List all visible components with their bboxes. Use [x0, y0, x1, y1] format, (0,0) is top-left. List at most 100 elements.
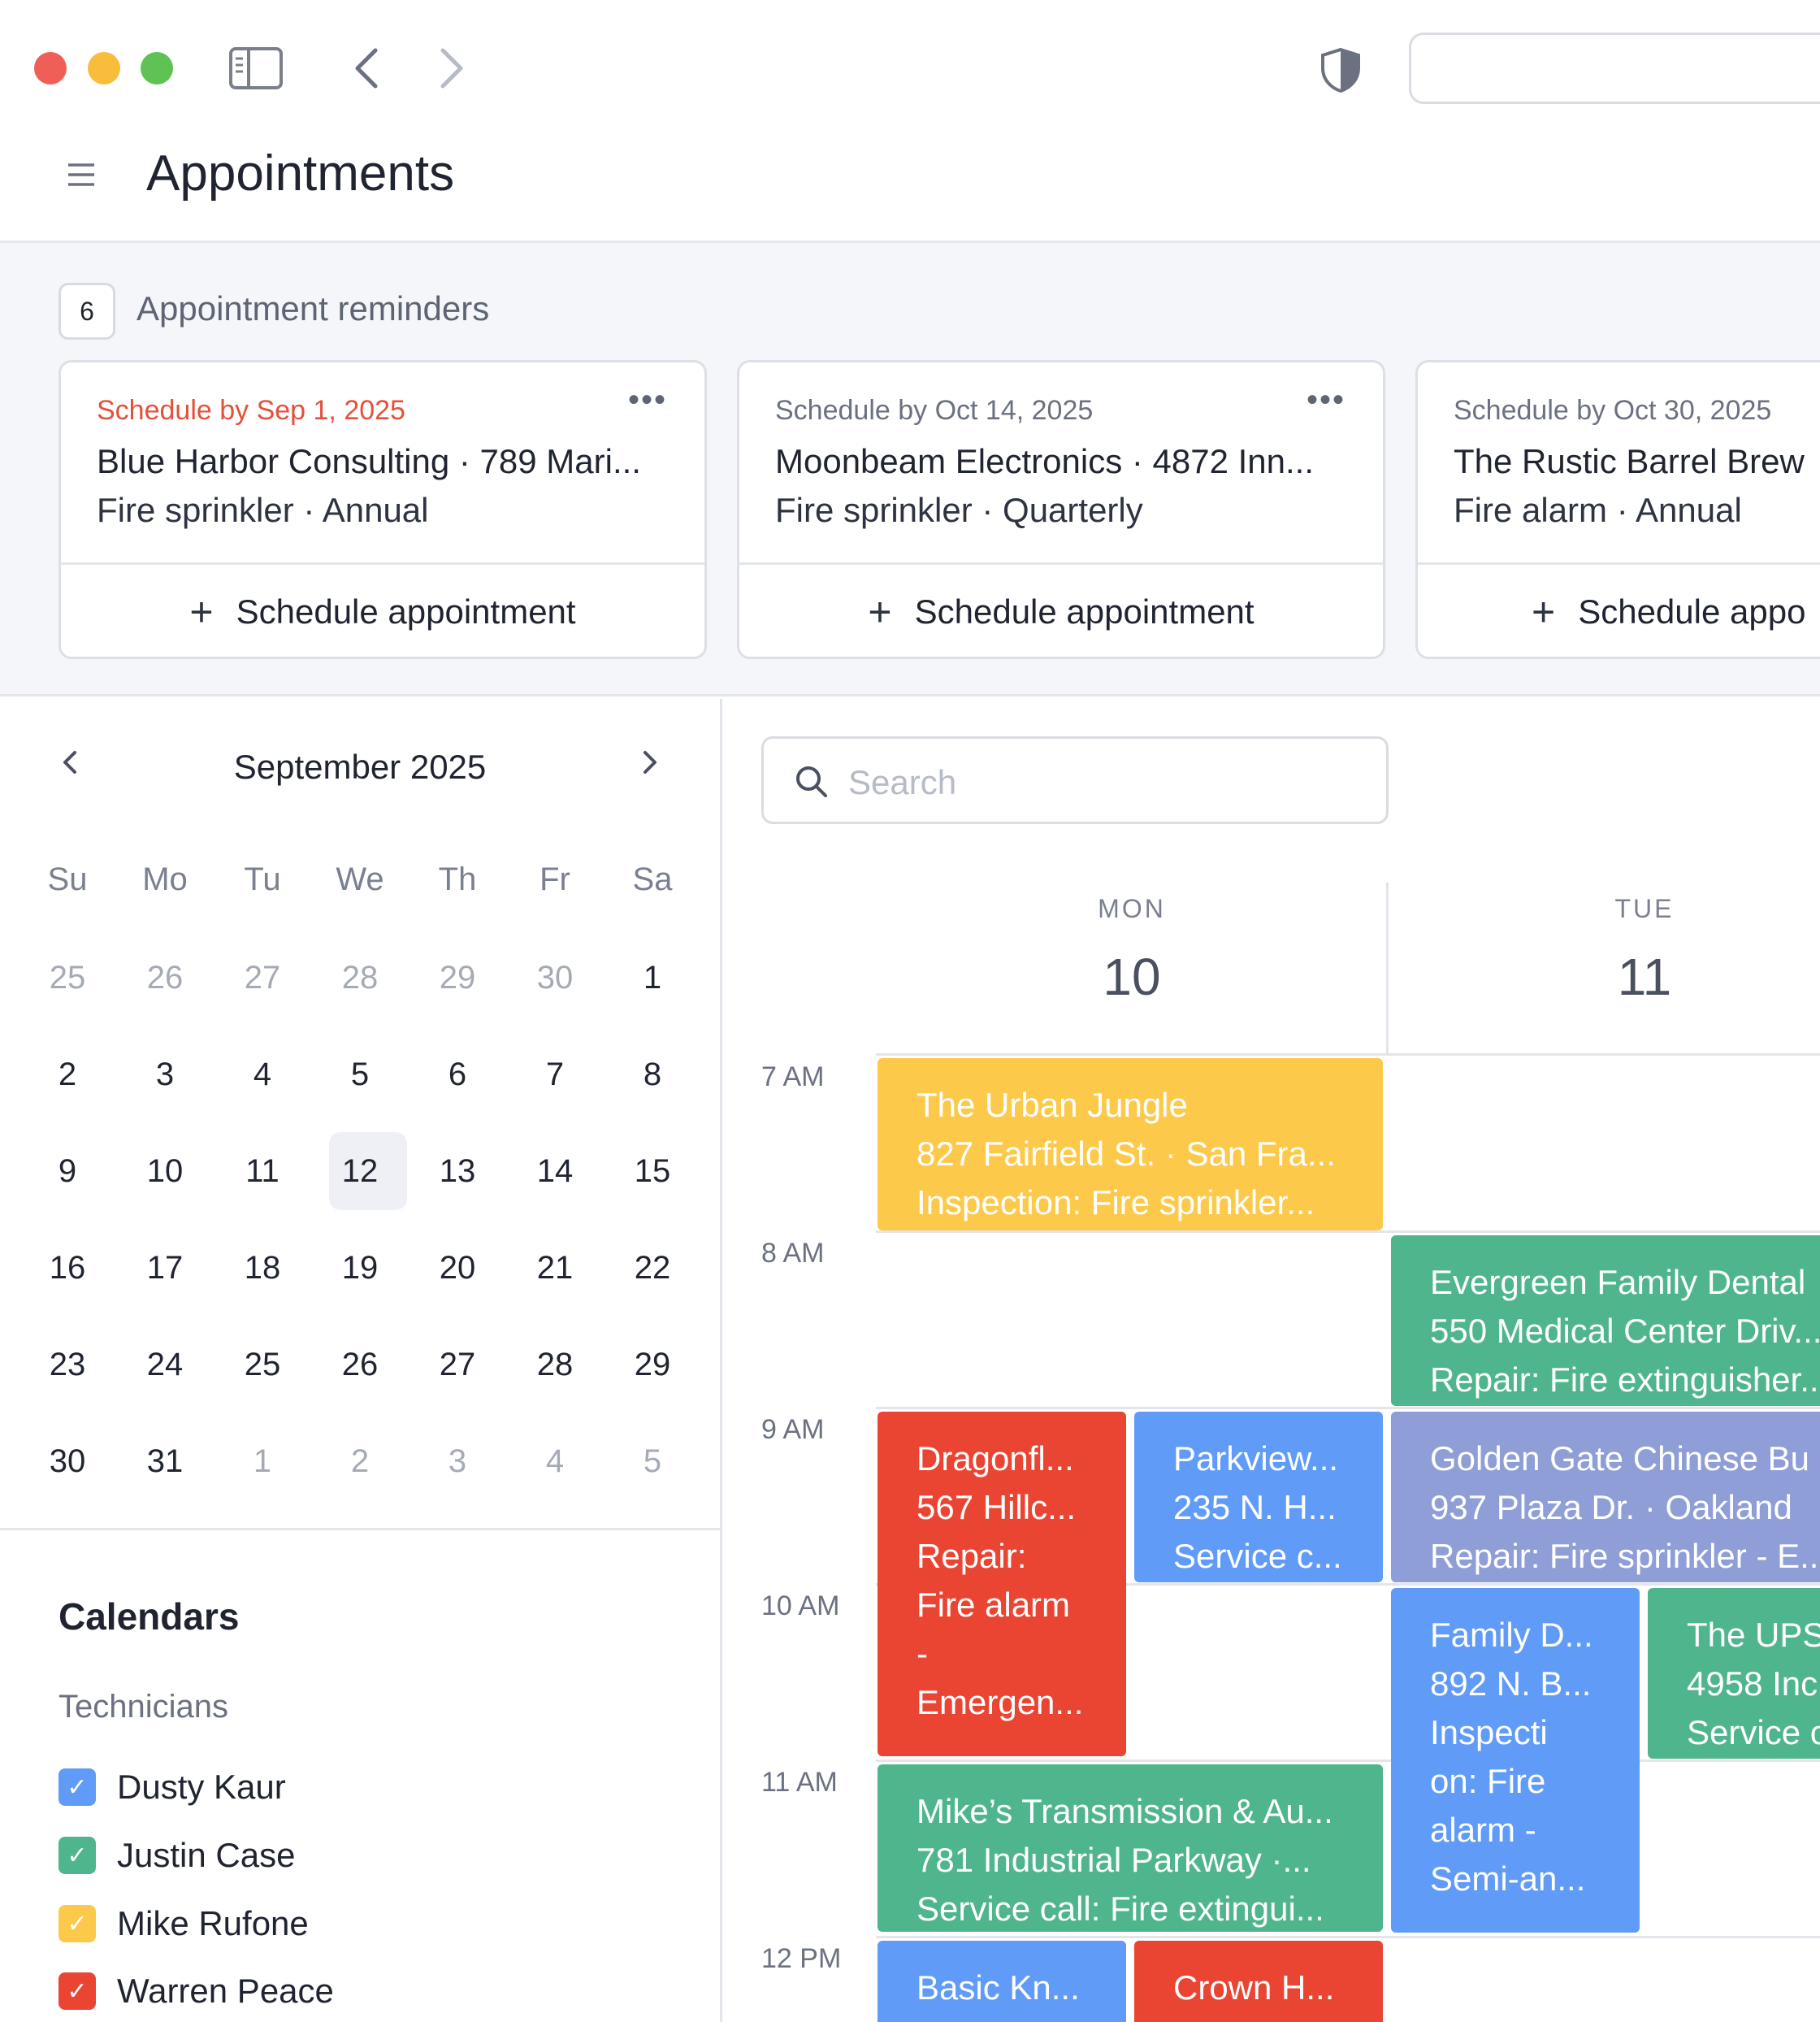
calendar-day[interactable]: 28 [311, 939, 409, 1017]
calendar-day[interactable]: 1 [214, 1422, 311, 1500]
calendar-day[interactable]: 17 [116, 1229, 214, 1307]
calendar-day[interactable]: 26 [116, 939, 214, 1017]
calendar-day[interactable]: 8 [604, 1035, 701, 1113]
appointment-event[interactable]: Evergreen Family Dental 550 Medical Cent… [1391, 1235, 1820, 1406]
checkbox-checked-icon[interactable]: ✓ [58, 1768, 96, 1806]
schedule-appointment-button[interactable]: + Schedule appo [1418, 565, 1820, 657]
calendar-day[interactable]: 14 [506, 1132, 604, 1210]
appointment-event[interactable]: Parkview... 235 N. H... Service c... [1134, 1412, 1383, 1582]
schedule-appointment-label: Schedule appo [1578, 592, 1806, 631]
minimize-window-button[interactable] [88, 52, 120, 85]
checkbox-checked-icon[interactable]: ✓ [58, 1905, 96, 1942]
calendar-day[interactable]: 4 [506, 1422, 604, 1500]
more-options-icon[interactable]: ••• [1306, 382, 1346, 419]
technician-toggle[interactable]: ✓ Dusty Kaur [58, 1767, 286, 1807]
event-title: Dragonfl... [916, 1439, 1074, 1477]
calendar-day[interactable]: 26 [311, 1326, 409, 1404]
calendar-day[interactable]: 16 [19, 1229, 116, 1307]
calendar-day[interactable]: 20 [409, 1229, 506, 1307]
calendar-day[interactable]: 3 [116, 1035, 214, 1113]
calendar-day[interactable]: 10 [116, 1132, 214, 1210]
more-options-icon[interactable]: ••• [628, 382, 667, 419]
calendar-day[interactable]: 13 [409, 1132, 506, 1210]
calendar-day[interactable]: 3 [409, 1422, 506, 1500]
schedule-appointment-button[interactable]: + Schedule appointment [739, 565, 1383, 657]
plus-icon: + [1532, 589, 1556, 635]
calendar-day[interactable]: 29 [604, 1326, 701, 1404]
month-title: September 2025 [233, 748, 487, 786]
calendar-day[interactable]: 30 [19, 1422, 116, 1500]
back-arrow-icon[interactable] [351, 47, 384, 93]
calendar-day[interactable]: 19 [311, 1229, 409, 1307]
calendar-day[interactable]: 15 [604, 1132, 701, 1210]
technician-toggle[interactable]: ✓ Mike Rufone [58, 1903, 309, 1944]
calendar-day[interactable]: 25 [214, 1326, 311, 1404]
event-service: Inspecti [1430, 1713, 1548, 1751]
calendar-day-selected[interactable]: 12 [311, 1132, 409, 1210]
technician-toggle[interactable]: ✓ Justin Case [58, 1835, 295, 1876]
menu-icon[interactable] [67, 163, 96, 191]
calendar-day[interactable]: 5 [604, 1422, 701, 1500]
calendar-day[interactable]: 5 [311, 1035, 409, 1113]
hour-grid-line [876, 1759, 1820, 1762]
appointment-event[interactable]: Family D... 892 N. B... Inspecti on: Fir… [1391, 1588, 1640, 1933]
appointment-event[interactable]: The Urban Jungle 827 Fairfield St. · San… [878, 1058, 1383, 1230]
checkbox-checked-icon[interactable]: ✓ [58, 1972, 96, 2010]
close-window-button[interactable] [34, 52, 67, 85]
appointment-event[interactable]: Mike’s Transmission & Au... 781 Industri… [878, 1764, 1383, 1932]
shield-icon[interactable] [1320, 47, 1362, 97]
calendar-day[interactable]: 6 [409, 1035, 506, 1113]
appointment-event[interactable]: Basic Kn... 927 Sol... [878, 1941, 1126, 2022]
event-service: Emergen... [916, 1683, 1084, 1721]
calendar-day[interactable]: 25 [19, 939, 116, 1017]
calendar-day[interactable]: 22 [604, 1229, 701, 1307]
calendar-day[interactable]: 23 [19, 1326, 116, 1404]
hour-grid-line [876, 1936, 1820, 1938]
calendar-day[interactable]: 7 [506, 1035, 604, 1113]
hour-label: 12 PM [761, 1943, 842, 1974]
next-month-icon[interactable] [637, 746, 661, 788]
calendar-day[interactable]: 27 [214, 939, 311, 1017]
calendar-day[interactable]: 28 [506, 1326, 604, 1404]
weekday-label: We [336, 861, 384, 897]
calendar-day[interactable]: 21 [506, 1229, 604, 1307]
calendar-day[interactable]: 1 [604, 939, 701, 1017]
calendar-day[interactable]: 9 [19, 1132, 116, 1210]
day-number: 11 [1617, 948, 1672, 1006]
calendar-day[interactable]: 2 [19, 1035, 116, 1113]
calendar-day[interactable]: 30 [506, 939, 604, 1017]
calendar-day[interactable]: 18 [214, 1229, 311, 1307]
appointment-event[interactable]: Crown H... Sycle O... [1134, 1941, 1383, 2022]
calendar-day[interactable]: 24 [116, 1326, 214, 1404]
appointment-event[interactable]: Golden Gate Chinese Bu 937 Plaza Dr. · O… [1391, 1412, 1820, 1582]
hour-label: 9 AM [761, 1414, 825, 1445]
forward-arrow-icon[interactable] [435, 47, 467, 93]
checkbox-checked-icon[interactable]: ✓ [58, 1837, 96, 1874]
calendar-day[interactable]: 2 [311, 1422, 409, 1500]
appointment-event[interactable]: The UPS 4958 Inc Service c [1648, 1588, 1820, 1759]
hour-label: 8 AM [761, 1238, 825, 1269]
zoom-window-button[interactable] [141, 52, 173, 85]
previous-month-icon[interactable] [58, 746, 83, 788]
plus-icon: + [189, 589, 214, 635]
schedule-appointment-button[interactable]: + Schedule appointment [61, 565, 704, 657]
reminders-heading: Appointment reminders [136, 289, 490, 328]
day-name: MON [1098, 894, 1166, 923]
reminder-due-date: Schedule by Oct 14, 2025 [775, 395, 1094, 426]
sidebar-toggle-icon[interactable] [229, 47, 283, 93]
reminder-service: Fire alarm · Annual [1454, 491, 1742, 529]
day-column-header[interactable]: TUE 11 [1389, 894, 1820, 1007]
day-column-header[interactable]: MON 10 [876, 894, 1388, 1007]
calendar-day[interactable]: 29 [409, 939, 506, 1017]
technician-name: Warren Peace [117, 1972, 334, 2010]
calendar-day[interactable]: 31 [116, 1422, 214, 1500]
appointment-event[interactable]: Dragonfl... 567 Hillc... Repair: Fire al… [878, 1412, 1126, 1756]
address-bar[interactable] [1409, 33, 1820, 104]
technician-toggle[interactable]: ✓ Warren Peace [58, 1971, 334, 2011]
day-name: TUE [1614, 894, 1675, 923]
calendar-day[interactable]: 11 [214, 1132, 311, 1210]
calendar-day[interactable]: 4 [214, 1035, 311, 1113]
event-title: The Urban Jungle [916, 1086, 1188, 1124]
search-input[interactable]: Search [761, 736, 1389, 824]
calendar-day[interactable]: 27 [409, 1326, 506, 1404]
